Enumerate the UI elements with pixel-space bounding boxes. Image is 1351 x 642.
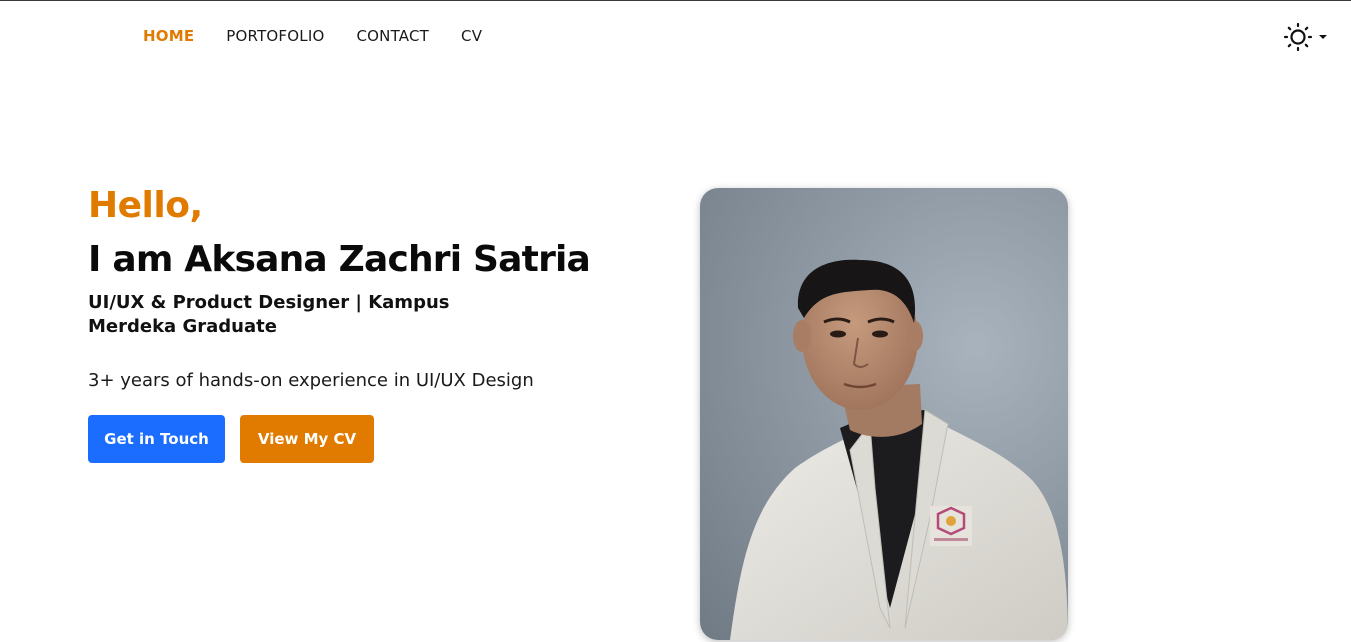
nav-item-home[interactable]: HOME xyxy=(143,27,194,45)
nav-links: HOME PORTOFOLIO CONTACT CV xyxy=(143,27,514,45)
hero-name: I am Aksana Zachri Satria xyxy=(88,239,591,280)
hero-actions: Get in Touch View My CV xyxy=(88,415,374,463)
nav-item-contact[interactable]: CONTACT xyxy=(356,27,429,45)
caret-down-icon xyxy=(1319,35,1327,39)
get-in-touch-button[interactable]: Get in Touch xyxy=(88,415,225,463)
hero-experience: 3+ years of hands-on experience in UI/UX… xyxy=(88,370,534,391)
coat-badge-logo xyxy=(930,506,972,546)
hero-role: UI/UX & Product Designer | Kampus Merdek… xyxy=(88,292,450,337)
hero-greeting: Hello, xyxy=(88,185,203,226)
profile-photo xyxy=(700,188,1068,640)
hero-section: Hello, I am Aksana Zachri Satria UI/UX &… xyxy=(88,185,608,393)
theme-toggle-dropdown[interactable] xyxy=(1282,21,1330,53)
nav-item-cv[interactable]: CV xyxy=(461,27,482,45)
sun-icon xyxy=(1283,22,1313,52)
nav-item-portofolio[interactable]: PORTOFOLIO xyxy=(226,27,324,45)
top-navbar: HOME PORTOFOLIO CONTACT CV xyxy=(0,1,1351,71)
view-cv-button[interactable]: View My CV xyxy=(240,415,374,463)
